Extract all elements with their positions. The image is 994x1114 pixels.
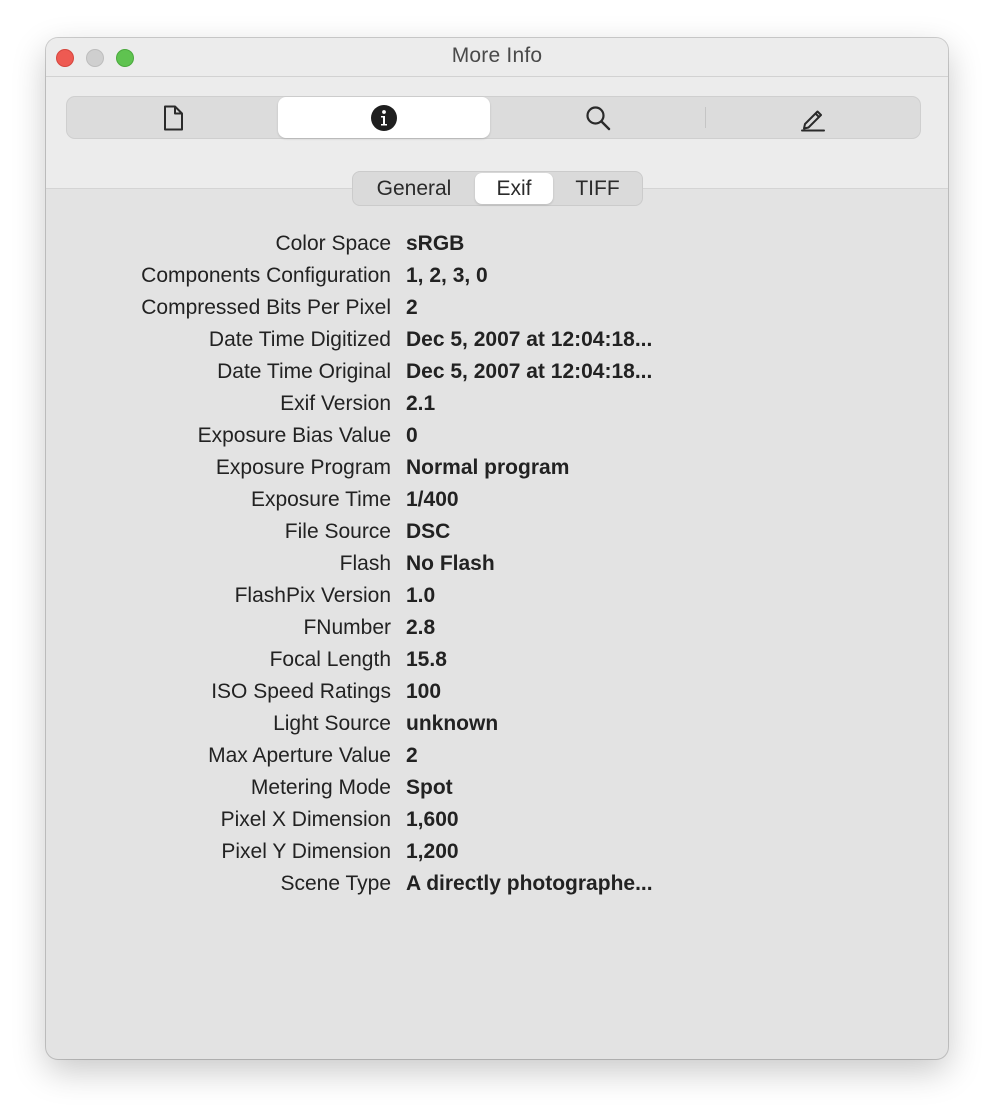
info-row: Light Source unknown: [46, 708, 948, 740]
info-label: File Source: [284, 520, 391, 543]
info-label: Scene Type: [280, 872, 391, 895]
info-row: Metering Mode Spot: [46, 772, 948, 804]
search-tab-button[interactable]: [490, 97, 705, 138]
info-row: Components Configuration 1, 2, 3, 0: [46, 260, 948, 292]
tab-general[interactable]: General: [353, 172, 475, 205]
info-row: Max Aperture Value 2: [46, 740, 948, 772]
info-value: 2.1: [406, 392, 436, 415]
info-value: 15.8: [406, 648, 447, 671]
info-value: 2: [406, 296, 418, 319]
info-label: FNumber: [303, 616, 391, 639]
info-value: 1,600: [406, 808, 459, 831]
info-value: 1.0: [406, 584, 436, 607]
info-value: Dec 5, 2007 at 12:04:18...: [406, 360, 653, 383]
info-row: Exposure Program Normal program: [46, 452, 948, 484]
titlebar-divider: [46, 76, 948, 77]
info-row: Focal Length 15.8: [46, 644, 948, 676]
pencil-icon: [801, 110, 825, 131]
info-value: sRGB: [406, 232, 465, 255]
info-label: Components Configuration: [141, 264, 391, 287]
info-label: Exposure Program: [215, 456, 391, 479]
titlebar: More Info: [46, 38, 948, 189]
info-row: Exif Version 2.1: [46, 388, 948, 420]
info-label: Exif Version: [280, 392, 391, 415]
tab-exif[interactable]: Exif: [475, 173, 553, 204]
magnifier-icon: [585, 105, 610, 130]
info-label: Color Space: [275, 232, 391, 255]
info-row: Pixel Y Dimension 1,200: [46, 836, 948, 868]
inspector-toolbar: [66, 96, 921, 139]
info-value: Spot: [406, 776, 453, 799]
info-row: Pixel X Dimension 1,600: [46, 804, 948, 836]
info-value: 0: [406, 424, 418, 447]
info-value: 2.8: [406, 616, 436, 639]
info-value: 100: [406, 680, 442, 703]
info-label: Metering Mode: [250, 776, 391, 799]
info-value: 1/400: [406, 488, 459, 511]
info-row: Exposure Time 1/400: [46, 484, 948, 516]
info-value: A directly photographe...: [406, 872, 653, 895]
info-row: Exposure Bias Value 0: [46, 420, 948, 452]
info-icon: [371, 104, 397, 131]
info-row: Compressed Bits Per Pixel 2: [46, 292, 948, 324]
general-info-tab-button[interactable]: [67, 97, 278, 138]
more-info-tab-button[interactable]: [278, 97, 490, 138]
more-info-window: More Info General Exif TIFF Color Space …: [46, 38, 948, 1059]
tab-tiff[interactable]: TIFF: [553, 172, 642, 205]
info-row: ISO Speed Ratings 100: [46, 676, 948, 708]
info-label: Date Time Original: [217, 360, 391, 383]
info-section-tabs: General Exif TIFF: [352, 171, 643, 206]
info-row: File Source DSC: [46, 516, 948, 548]
info-row: FlashPix Version 1.0: [46, 580, 948, 612]
info-label: ISO Speed Ratings: [211, 680, 391, 703]
info-label: Exposure Time: [250, 488, 391, 511]
info-value: 1, 2, 3, 0: [406, 264, 488, 287]
info-label: Light Source: [273, 712, 391, 735]
annotate-tab-button[interactable]: [706, 97, 920, 138]
info-label: Focal Length: [269, 648, 391, 671]
info-row: FNumber 2.8: [46, 612, 948, 644]
info-value: unknown: [406, 712, 499, 735]
info-label: Max Aperture Value: [208, 744, 391, 767]
info-row: Date Time Original Dec 5, 2007 at 12:04:1…: [46, 356, 948, 388]
info-value: Dec 5, 2007 at 12:04:18...: [406, 328, 653, 351]
info-row: Scene Type A directly photographe...: [46, 868, 948, 900]
window-title: More Info: [451, 44, 543, 67]
info-row: Date Time Digitized Dec 5, 2007 at 12:04:…: [46, 324, 948, 356]
info-label: Flash: [339, 552, 391, 575]
document-icon: [163, 105, 183, 130]
info-value: Normal program: [406, 456, 570, 479]
exif-properties-list: Color Space sRGB Components Configuration 1…: [46, 228, 948, 900]
info-label: Pixel X Dimension: [220, 808, 391, 831]
info-row: Flash No Flash: [46, 548, 948, 580]
info-label: FlashPix Version: [234, 584, 391, 607]
info-value: 2: [406, 744, 418, 767]
info-value: 1,200: [406, 840, 459, 863]
info-row: Color Space sRGB: [46, 228, 948, 260]
info-label: Compressed Bits Per Pixel: [141, 296, 391, 319]
info-value: No Flash: [406, 552, 495, 575]
info-label: Exposure Bias Value: [197, 424, 391, 447]
info-value: DSC: [406, 520, 451, 543]
info-label: Date Time Digitized: [208, 328, 391, 351]
info-label: Pixel Y Dimension: [221, 840, 391, 863]
